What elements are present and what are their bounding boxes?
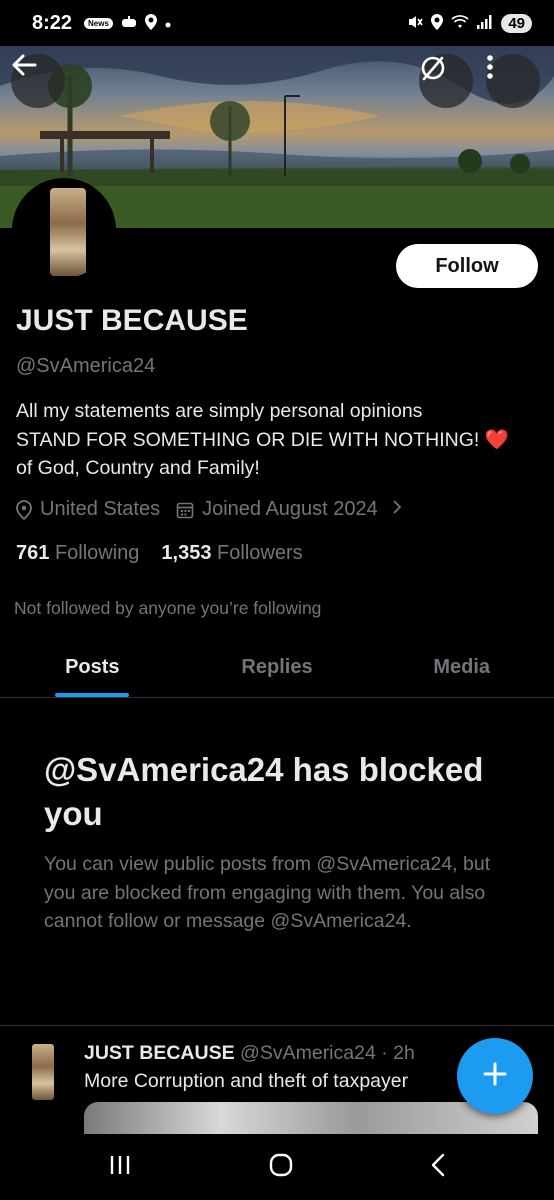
compose-button[interactable] <box>457 1038 533 1114</box>
home-button[interactable] <box>268 1152 294 1183</box>
following-count: 761 <box>16 542 50 564</box>
post-text: More Corruption and theft of taxpayer <box>84 1070 409 1092</box>
followers-link[interactable]: 1,353 Followers <box>161 542 302 565</box>
unfollow-indicator-button[interactable] <box>419 54 473 108</box>
post-author-name: JUST BECAUSE <box>84 1042 235 1064</box>
post-header: JUST BECAUSE @SvAmerica24 · 2h <box>84 1042 415 1065</box>
profile-handle: @SvAmerica24 <box>16 355 156 377</box>
status-bar: 8:22 News 49 <box>0 0 554 46</box>
status-system-icons: 49 <box>407 13 532 33</box>
following-link[interactable]: 761 Following <box>16 542 139 565</box>
divider <box>0 1025 554 1026</box>
location-pin-icon <box>16 499 32 520</box>
battery-indicator: 49 <box>501 13 532 33</box>
recent-apps-button[interactable] <box>108 1154 132 1181</box>
blocked-title: @SvAmerica24 has blocked you <box>44 751 484 832</box>
bio-line: All my statements are simply personal op… <box>16 400 423 422</box>
mute-icon <box>407 14 423 33</box>
back-button[interactable] <box>11 54 65 108</box>
chevron-right-icon[interactable] <box>392 498 402 521</box>
game-controller-icon <box>121 15 137 31</box>
bio-line: STAND FOR SOMETHING OR DIE WITH NOTHING!… <box>16 428 509 451</box>
location-status-icon-right <box>431 13 444 33</box>
post-avatar[interactable] <box>32 1044 54 1100</box>
wifi-icon <box>451 14 469 32</box>
more-options-button[interactable] <box>486 54 540 108</box>
plus-icon <box>482 1061 508 1092</box>
not-followed-notice: Not followed by anyone you’re following <box>14 598 322 618</box>
avatar-photo <box>50 188 86 276</box>
profile-meta: United States Joined August 2024 <box>16 498 402 521</box>
system-navigation-bar <box>0 1134 554 1200</box>
tab-posts[interactable]: Posts <box>0 638 185 697</box>
status-time: 8:22 <box>32 11 73 34</box>
calendar-icon <box>176 501 194 519</box>
profile-joined: Joined August 2024 <box>202 498 378 520</box>
signal-icon <box>477 14 493 32</box>
follow-button[interactable]: Follow <box>396 244 538 288</box>
dot-icon <box>165 16 171 31</box>
profile-avatar[interactable] <box>12 178 116 282</box>
followers-count: 1,353 <box>161 542 212 564</box>
follow-counts: 761 Following 1,353 Followers <box>16 542 303 565</box>
location-status-icon <box>144 13 157 33</box>
profile-location: United States <box>40 498 161 520</box>
back-nav-button[interactable] <box>430 1153 446 1182</box>
tab-replies[interactable]: Replies <box>185 638 370 697</box>
profile-tabs: Posts Replies Media <box>0 638 554 698</box>
following-label: Following <box>54 542 140 564</box>
tab-media[interactable]: Media <box>369 638 554 697</box>
status-notification-icons: News <box>84 13 171 33</box>
blocked-message: You can view public posts from @SvAmeric… <box>44 853 491 932</box>
followers-label: Followers <box>217 542 303 564</box>
news-app-icon: News <box>84 17 113 29</box>
post-handle-time: @SvAmerica24 · 2h <box>240 1042 415 1064</box>
bio-line: of God, Country and Family! <box>16 457 260 479</box>
profile-bio: All my statements are simply personal op… <box>16 397 546 483</box>
display-name: JUST BECAUSE <box>16 304 248 337</box>
